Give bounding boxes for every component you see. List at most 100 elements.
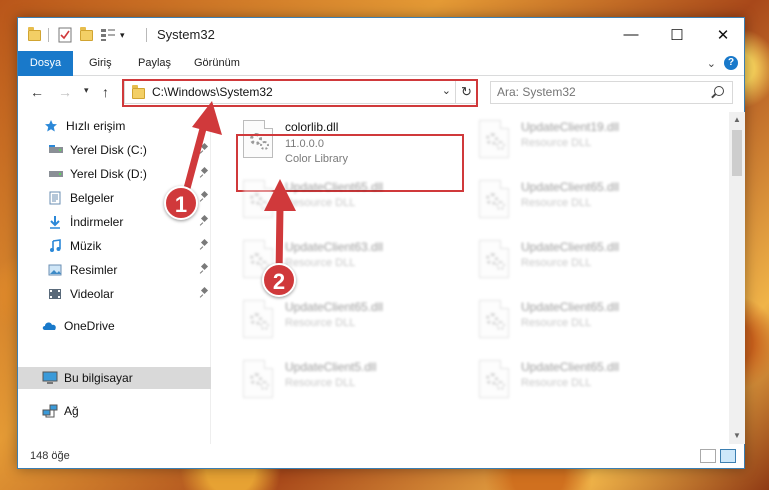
file-name: UpdateClient63.dll [285, 240, 384, 254]
file-description: Resource DLL [285, 197, 356, 209]
tiles-view-button[interactable] [720, 449, 736, 463]
cloud-icon [42, 319, 58, 333]
file-name: UpdateClient65.dll [285, 180, 384, 194]
search-input[interactable] [497, 85, 697, 99]
tab-giris[interactable]: Giriş [79, 51, 122, 76]
pin-icon [201, 264, 207, 274]
network-icon [42, 404, 58, 418]
close-button[interactable]: ✕ [700, 18, 746, 51]
address-highlight-box [122, 79, 478, 107]
file-name: UpdateClient19.dll [521, 120, 620, 134]
scroll-down-icon[interactable]: ▼ [729, 428, 745, 444]
scroll-thumb[interactable] [732, 130, 742, 176]
file-item[interactable]: UpdateClient65.dll Resource DLL [237, 298, 467, 354]
back-button[interactable]: ← [30, 84, 44, 100]
computer-icon [42, 371, 58, 385]
sidebar-item-disk-c[interactable]: Yerel Disk (C:) [18, 139, 211, 161]
sidebar-item-label: Ağ [64, 404, 79, 418]
navigation-pane: Hızlı erişim Yerel Disk (C:) Yerel Disk … [18, 112, 211, 444]
drive-icon [48, 167, 64, 181]
sidebar-item-videos[interactable]: Videolar [18, 283, 211, 305]
search-icon[interactable] [714, 86, 724, 96]
view-options-icon[interactable] [100, 27, 116, 43]
sidebar-item-label: OneDrive [64, 319, 115, 333]
sidebar-item-label: Belgeler [70, 191, 115, 205]
file-name: UpdateClient65.dll [521, 180, 620, 194]
sidebar-item-disk-d[interactable]: Yerel Disk (D:) [18, 163, 211, 185]
file-item[interactable]: UpdateClient65.dll Resource DLL [473, 238, 703, 294]
documents-icon [48, 191, 64, 205]
up-button[interactable]: ↑ [102, 84, 109, 100]
sidebar-item-label: Yerel Disk (C:) [70, 143, 147, 157]
sidebar-item-label: İndirmeler [70, 215, 124, 229]
vertical-scrollbar[interactable]: ▲ ▼ [729, 112, 745, 444]
file-name: colorlib.dll [285, 120, 339, 134]
music-icon [48, 239, 64, 253]
file-description: Resource DLL [521, 137, 592, 149]
ribbon: Dosya Giriş Paylaş Görünüm ⌄ ? [18, 51, 744, 76]
sidebar-item-label: Resimler [70, 263, 118, 277]
file-name: UpdateClient65.dll [521, 360, 620, 374]
file-item[interactable]: UpdateClient19.dll Resource DLL [473, 118, 703, 174]
divider [146, 28, 147, 42]
details-view-button[interactable] [700, 449, 716, 463]
video-icon [48, 287, 64, 301]
status-bar: 148 öğe [18, 446, 744, 468]
file-description: Resource DLL [521, 317, 592, 329]
tab-paylas[interactable]: Paylaş [128, 51, 181, 76]
sidebar-item-pictures[interactable]: Resimler [18, 259, 211, 281]
maximize-button[interactable]: ☐ [654, 18, 700, 51]
file-item[interactable]: UpdateClient65.dll Resource DLL [473, 178, 703, 234]
pin-icon [201, 288, 207, 298]
window-title: System32 [157, 27, 215, 42]
dll-file-icon [243, 300, 273, 338]
customize-toolbar-icon[interactable]: ▾ [120, 27, 125, 43]
file-item[interactable]: UpdateClient65.dll Resource DLL [473, 358, 703, 414]
sidebar-item-label: Videolar [70, 287, 114, 301]
sidebar-item-this-pc[interactable]: Bu bilgisayar [18, 367, 211, 389]
star-icon [44, 119, 60, 133]
sidebar-item-network[interactable]: Ağ [18, 400, 211, 422]
tab-dosya[interactable]: Dosya [18, 51, 73, 76]
pictures-icon [48, 263, 64, 277]
file-item[interactable]: UpdateClient65.dll Resource DLL [237, 178, 467, 234]
scroll-up-icon[interactable]: ▲ [729, 112, 745, 128]
pin-icon [201, 240, 207, 250]
file-item[interactable]: UpdateClient65.dll Resource DLL [473, 298, 703, 354]
folder-icon [28, 26, 41, 43]
sidebar-item-label: Hızlı erişim [66, 119, 126, 133]
file-name: UpdateClient5.dll [285, 360, 377, 374]
file-item[interactable]: UpdateClient5.dll Resource DLL [237, 358, 467, 414]
file-description: Resource DLL [521, 257, 592, 269]
pin-icon [201, 216, 207, 226]
dll-file-icon [479, 300, 509, 338]
help-button[interactable]: ? [724, 56, 738, 70]
dll-file-icon [479, 180, 509, 218]
file-description: Resource DLL [285, 377, 356, 389]
recent-locations-button[interactable]: ▾ [84, 85, 89, 96]
properties-icon[interactable] [58, 27, 72, 43]
file-name: UpdateClient65.dll [521, 300, 620, 314]
file-description: Resource DLL [285, 257, 356, 269]
expand-ribbon-icon[interactable]: ⌄ [707, 57, 716, 70]
forward-button[interactable]: → [58, 84, 72, 100]
dll-file-icon [243, 360, 273, 398]
pin-icon [201, 144, 207, 154]
file-name: UpdateClient65.dll [521, 240, 620, 254]
dll-file-icon [243, 180, 273, 218]
tab-gorunum[interactable]: Görünüm [184, 51, 250, 76]
minimize-button[interactable]: — [608, 18, 654, 51]
sidebar-item-onedrive[interactable]: OneDrive [18, 315, 211, 337]
sidebar-item-quick-access[interactable]: Hızlı erişim [18, 115, 211, 137]
sidebar-item-label: Yerel Disk (D:) [70, 167, 147, 181]
sidebar-item-music[interactable]: Müzik [18, 235, 211, 257]
annotation-badge-1: 1 [164, 186, 198, 220]
pin-icon [201, 192, 207, 202]
item-count: 148 öğe [30, 450, 70, 462]
download-icon [48, 215, 64, 229]
sidebar-item-label: Müzik [70, 239, 102, 253]
dll-file-icon [479, 120, 509, 158]
new-folder-icon[interactable] [80, 26, 93, 43]
search-box[interactable] [490, 81, 733, 104]
file-name: UpdateClient65.dll [285, 300, 384, 314]
